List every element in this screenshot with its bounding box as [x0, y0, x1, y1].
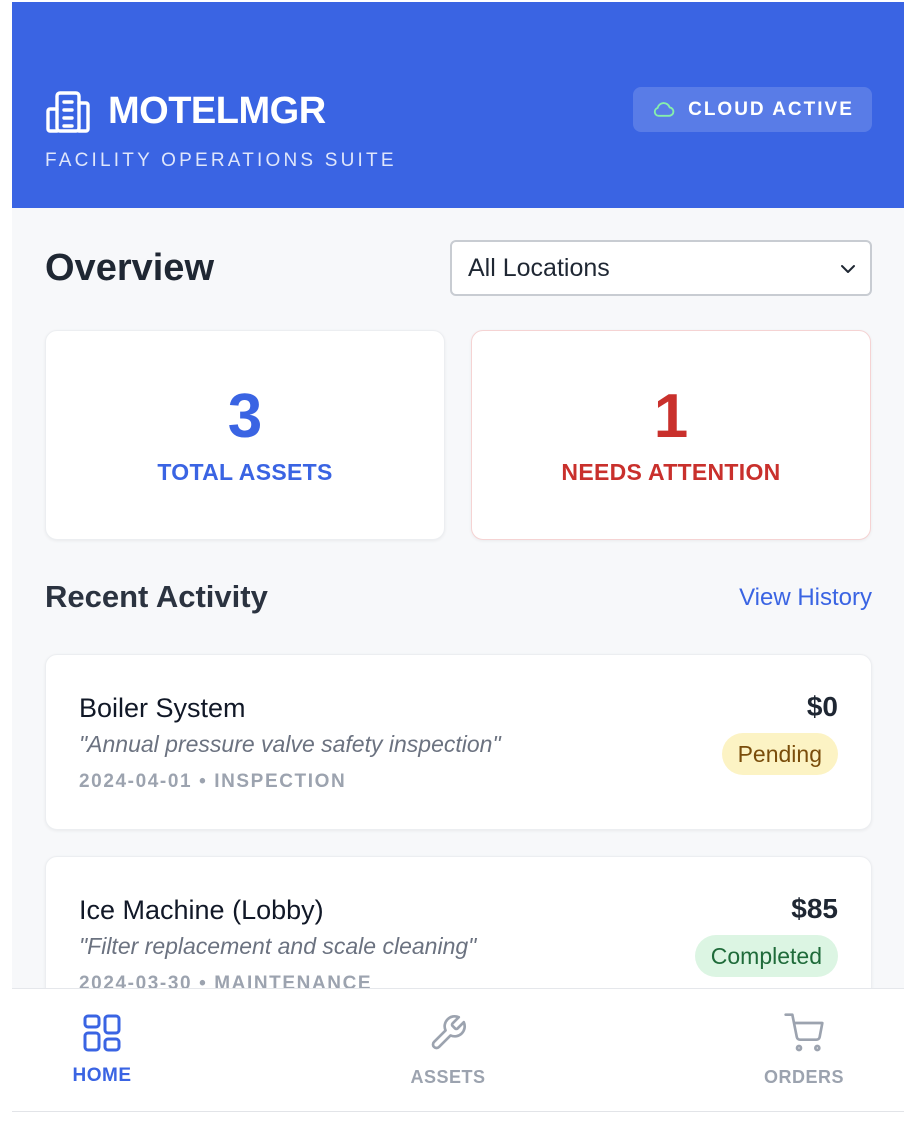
activity-cost: $85: [791, 893, 838, 924]
activity-cost: $0: [806, 691, 838, 722]
needs-attention-card[interactable]: 1 NEEDS ATTENTION: [471, 330, 871, 540]
cloud-icon: [653, 102, 675, 117]
chevron-down-icon: [841, 265, 855, 273]
activity-description: "Filter replacement and scale cleaning": [79, 933, 477, 959]
nav-item-orders[interactable]: ORDERS: [714, 989, 894, 1111]
activity-meta: 2024-04-01 • INSPECTION: [79, 771, 347, 792]
wrench-icon: [431, 1015, 466, 1050]
recent-activity-title: Recent Activity: [45, 579, 268, 614]
activity-asset-name: Ice Machine (Lobby): [79, 895, 324, 925]
needs-attention-value: 1: [653, 382, 689, 451]
status-badge: Pending: [721, 733, 838, 775]
nav-home-label: HOME: [72, 1065, 132, 1086]
location-select-value: All Locations: [468, 253, 610, 282]
needs-attention-label: NEEDS ATTENTION: [561, 459, 781, 485]
cloud-status-badge: CLOUD ACTIVE: [633, 87, 872, 132]
view-history-link[interactable]: View History: [739, 584, 872, 612]
app-header: MOTELMGR FACILITY OPERATIONS SUITE CLOUD…: [12, 2, 904, 208]
status-badge: Completed: [694, 935, 838, 977]
cart-icon: [784, 1013, 824, 1052]
total-assets-label: TOTAL ASSETS: [157, 459, 333, 485]
activity-card[interactable]: Boiler System "Annual pressure valve saf…: [45, 654, 872, 830]
brand-subtitle: FACILITY OPERATIONS SUITE: [45, 150, 397, 171]
nav-orders-label: ORDERS: [763, 1067, 844, 1087]
brand-name: MOTELMGR: [108, 90, 326, 132]
dashboard-icon: [83, 1014, 121, 1052]
activity-description: "Annual pressure valve safety inspection…: [79, 731, 501, 757]
nav-assets-label: ASSETS: [410, 1067, 486, 1087]
overview-title: Overview: [45, 247, 214, 289]
bottom-nav: HOME ASSETS ORDERS: [12, 988, 904, 1111]
total-assets-value: 3: [227, 382, 263, 451]
cloud-status-label: CLOUD ACTIVE: [688, 98, 854, 120]
building-icon: [46, 91, 90, 133]
nav-item-assets[interactable]: ASSETS: [358, 989, 538, 1111]
total-assets-card[interactable]: 3 TOTAL ASSETS: [45, 330, 445, 540]
nav-item-home[interactable]: HOME: [12, 989, 192, 1111]
location-select[interactable]: All Locations: [450, 240, 872, 296]
activity-asset-name: Boiler System: [79, 693, 246, 723]
app-screen: MOTELMGR FACILITY OPERATIONS SUITE CLOUD…: [12, 2, 904, 1112]
